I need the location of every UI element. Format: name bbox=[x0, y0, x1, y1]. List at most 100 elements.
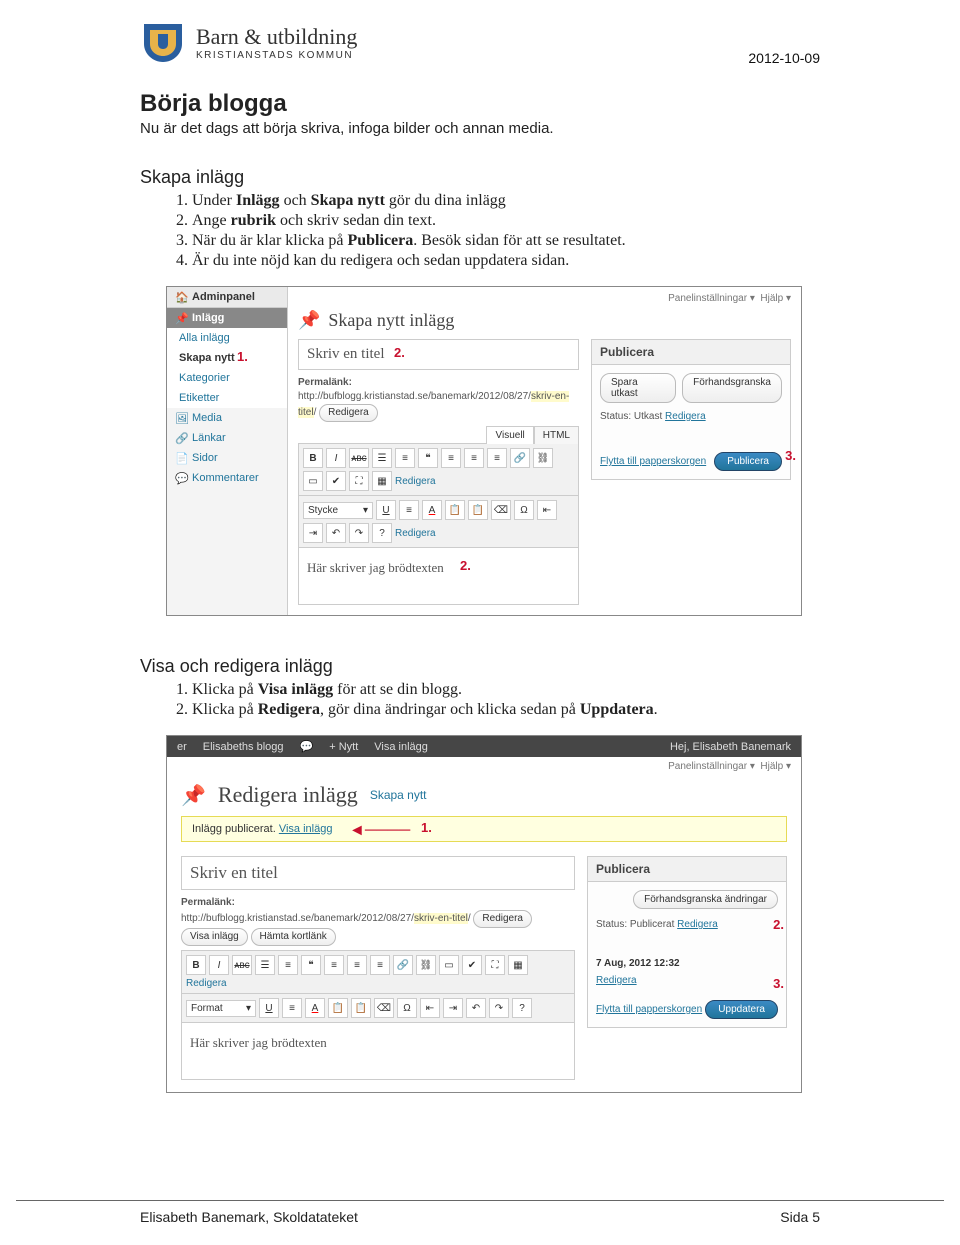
adminbar-comment-icon[interactable]: 💬 bbox=[300, 740, 314, 753]
clear-format-button[interactable]: ⌫ bbox=[374, 998, 394, 1018]
panel-settings-link[interactable]: Panelinställningar ▾ bbox=[668, 761, 755, 772]
save-draft-button[interactable]: Spara utkast bbox=[600, 373, 676, 403]
create-new-link[interactable]: Skapa nytt bbox=[370, 788, 427, 802]
shortlink-button[interactable]: Hämta kortlänk bbox=[251, 928, 336, 946]
preview-changes-button[interactable]: Förhandsgranska ändringar bbox=[633, 890, 778, 909]
publish-button[interactable]: Publicera bbox=[714, 452, 782, 471]
help-link[interactable]: Hjälp ▾ bbox=[760, 293, 791, 304]
edit-permalink-button[interactable]: Redigera bbox=[319, 404, 378, 422]
unlink-button[interactable]: ⛓ bbox=[533, 448, 553, 468]
fullscreen-button[interactable]: ⛶ bbox=[485, 955, 505, 975]
unlink-button[interactable]: ⛓ bbox=[416, 955, 436, 975]
adminbar-item[interactable]: er bbox=[177, 741, 187, 753]
post-body-editor[interactable]: Här skriver jag brödtexten bbox=[181, 1023, 575, 1080]
adminbar-new[interactable]: + Nytt bbox=[329, 741, 358, 753]
paste-word-button[interactable]: 📋 bbox=[351, 998, 371, 1018]
preview-button[interactable]: Förhandsgranska bbox=[682, 373, 782, 403]
link-button[interactable]: 🔗 bbox=[510, 448, 530, 468]
sidebar-item-pages[interactable]: 📄Sidor bbox=[167, 448, 287, 468]
indent-button[interactable]: ⇥ bbox=[303, 523, 323, 543]
format-dropdown[interactable]: Format▾ bbox=[186, 1000, 256, 1017]
post-title-input[interactable]: Skriv en titel bbox=[181, 856, 575, 890]
update-button[interactable]: Uppdatera bbox=[705, 1000, 778, 1019]
more-button[interactable]: ▭ bbox=[439, 955, 459, 975]
strike-button[interactable]: ᴀʙᴄ bbox=[349, 448, 369, 468]
align-center-button[interactable]: ≡ bbox=[347, 955, 367, 975]
sidebar-item-posts[interactable]: 📌Inlägg bbox=[167, 308, 287, 328]
more-button[interactable]: ▭ bbox=[303, 471, 323, 491]
charmap-button[interactable]: Ω bbox=[514, 500, 534, 520]
sidebar-item-adminpanel[interactable]: 🏠Adminpanel bbox=[167, 287, 287, 308]
align-left-button[interactable]: ≡ bbox=[324, 955, 344, 975]
outdent-button[interactable]: ⇤ bbox=[537, 500, 557, 520]
paste-word-button[interactable]: 📋 bbox=[468, 500, 488, 520]
paste-text-button[interactable]: 📋 bbox=[328, 998, 348, 1018]
edit-status-link[interactable]: Redigera bbox=[677, 919, 718, 930]
ol-button[interactable]: ≡ bbox=[395, 448, 415, 468]
style-dropdown[interactable]: Stycke▾ bbox=[303, 502, 373, 519]
sidebar-item-comments[interactable]: 💬Kommentarer bbox=[167, 468, 287, 488]
spellcheck-button[interactable]: ✔ bbox=[326, 471, 346, 491]
trash-link[interactable]: Flytta till papperskorgen bbox=[600, 456, 706, 467]
post-body-editor[interactable]: Här skriver jag brödtexten bbox=[298, 548, 579, 605]
link-button[interactable]: 🔗 bbox=[393, 955, 413, 975]
redo-button[interactable]: ↷ bbox=[489, 998, 509, 1018]
align-right-button[interactable]: ≡ bbox=[487, 448, 507, 468]
edit-permalink-button[interactable]: Redigera bbox=[473, 910, 532, 928]
adminbar-site-name[interactable]: Elisabeths blogg bbox=[203, 741, 284, 753]
tab-html[interactable]: HTML bbox=[534, 426, 579, 444]
toolbar-edit-link[interactable]: Redigera bbox=[395, 476, 436, 487]
kitchensink-button[interactable]: ▦ bbox=[372, 471, 392, 491]
clear-format-button[interactable]: ⌫ bbox=[491, 500, 511, 520]
sidebar-sub-new-post[interactable]: Skapa nytt1. bbox=[167, 348, 287, 368]
help-button[interactable]: ? bbox=[372, 523, 392, 543]
tab-visual[interactable]: Visuell bbox=[486, 426, 533, 444]
justify-button[interactable]: ≡ bbox=[399, 500, 419, 520]
sidebar-sub-categories[interactable]: Kategorier bbox=[167, 368, 287, 388]
indent-button[interactable]: ⇥ bbox=[443, 998, 463, 1018]
justify-button[interactable]: ≡ bbox=[282, 998, 302, 1018]
align-center-button[interactable]: ≡ bbox=[464, 448, 484, 468]
textcolor-button[interactable]: A bbox=[305, 998, 325, 1018]
underline-button[interactable]: U bbox=[259, 998, 279, 1018]
bold-button[interactable]: B bbox=[186, 955, 206, 975]
redo-button[interactable]: ↷ bbox=[349, 523, 369, 543]
ul-button[interactable]: ☰ bbox=[372, 448, 392, 468]
view-post-link[interactable]: Visa inlägg bbox=[279, 823, 333, 835]
adminbar-greeting[interactable]: Hej, Elisabeth Banemark bbox=[670, 741, 791, 753]
kitchensink-button[interactable]: ▦ bbox=[508, 955, 528, 975]
panel-settings-link[interactable]: Panelinställningar ▾ bbox=[668, 293, 755, 304]
spellcheck-button[interactable]: ✔ bbox=[462, 955, 482, 975]
toolbar-edit-link[interactable]: Redigera bbox=[186, 978, 227, 989]
undo-button[interactable]: ↶ bbox=[466, 998, 486, 1018]
post-title-input[interactable]: Skriv en titel bbox=[298, 339, 579, 370]
fullscreen-button[interactable]: ⛶ bbox=[349, 471, 369, 491]
paste-text-button[interactable]: 📋 bbox=[445, 500, 465, 520]
sidebar-sub-tags[interactable]: Etiketter bbox=[167, 388, 287, 408]
outdent-button[interactable]: ⇤ bbox=[420, 998, 440, 1018]
sidebar-sub-all-posts[interactable]: Alla inlägg bbox=[167, 328, 287, 348]
align-right-button[interactable]: ≡ bbox=[370, 955, 390, 975]
sidebar-item-media[interactable]: 🖼Media bbox=[167, 408, 287, 428]
sidebar-item-links[interactable]: 🔗Länkar bbox=[167, 428, 287, 448]
align-left-button[interactable]: ≡ bbox=[441, 448, 461, 468]
trash-link[interactable]: Flytta till papperskorgen bbox=[596, 1004, 702, 1015]
undo-button[interactable]: ↶ bbox=[326, 523, 346, 543]
strike-button[interactable]: ᴀʙᴄ bbox=[232, 955, 252, 975]
adminbar-view-post[interactable]: Visa inlägg bbox=[374, 741, 428, 753]
ol-button[interactable]: ≡ bbox=[278, 955, 298, 975]
bold-button[interactable]: B bbox=[303, 448, 323, 468]
toolbar-edit-link2[interactable]: Redigera bbox=[395, 528, 436, 539]
help-link[interactable]: Hjälp ▾ bbox=[760, 761, 791, 772]
edit-status-link[interactable]: Redigera bbox=[665, 411, 706, 422]
help-button[interactable]: ? bbox=[512, 998, 532, 1018]
italic-button[interactable]: I bbox=[209, 955, 229, 975]
underline-button[interactable]: U bbox=[376, 500, 396, 520]
view-post-button[interactable]: Visa inlägg bbox=[181, 928, 248, 946]
textcolor-button[interactable]: A bbox=[422, 500, 442, 520]
italic-button[interactable]: I bbox=[326, 448, 346, 468]
quote-button[interactable]: ❝ bbox=[301, 955, 321, 975]
edit-date-link[interactable]: Redigera bbox=[596, 975, 637, 986]
charmap-button[interactable]: Ω bbox=[397, 998, 417, 1018]
ul-button[interactable]: ☰ bbox=[255, 955, 275, 975]
